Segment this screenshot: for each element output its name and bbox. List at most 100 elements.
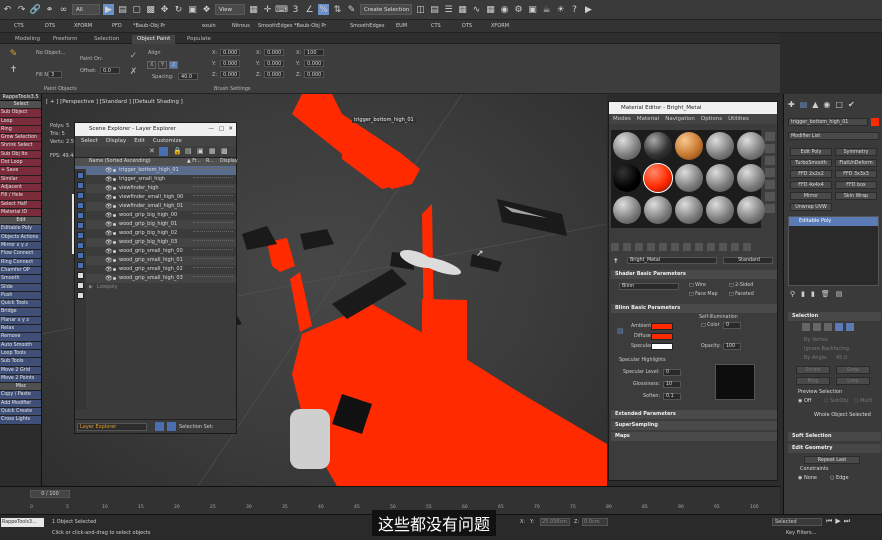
rotate-icon[interactable]: ↻ xyxy=(173,4,184,15)
sample-slot[interactable] xyxy=(706,196,734,224)
paint-objects-panel-label[interactable]: Paint Objects xyxy=(44,86,77,92)
display-lights-icon[interactable] xyxy=(77,202,84,209)
show-map-icon[interactable] xyxy=(707,243,715,251)
motion-tab-icon[interactable]: ◉ xyxy=(823,100,830,109)
sample-slot[interactable] xyxy=(675,164,703,192)
preview-off-radio[interactable]: ◉ Off xyxy=(798,398,811,404)
tool-button[interactable]: Cross Lights xyxy=(0,416,41,425)
glossiness-value[interactable]: 10 xyxy=(663,381,681,388)
close-icon[interactable]: ✕ xyxy=(228,123,233,136)
display-cameras-icon[interactable] xyxy=(77,212,84,219)
tool-button[interactable]: Sub Tools xyxy=(0,358,41,367)
layer-explorer-dropdown[interactable]: Layer Explorer xyxy=(77,423,147,431)
list-item[interactable]: 👁 viewfinder_small_high_00 xyxy=(75,193,236,202)
menu-customize[interactable]: Customize xyxy=(153,136,182,146)
menu-select[interactable]: Select xyxy=(81,136,98,146)
tool-button[interactable]: Slide xyxy=(0,283,41,292)
menu-edit[interactable]: Edit xyxy=(134,136,145,146)
pivot-icon[interactable]: ▦ xyxy=(248,4,259,15)
spacing-field[interactable]: 40.0 xyxy=(178,73,198,80)
lever-part[interactable] xyxy=(290,272,312,332)
menu-navigation[interactable]: Navigation xyxy=(665,114,695,124)
no-object-label[interactable]: No Object... xyxy=(36,50,65,56)
constraint-none-radio[interactable]: ◉ None xyxy=(798,475,817,481)
ffd-3x3x3-button[interactable]: FFD 3x3x3 xyxy=(835,170,877,178)
filter-funnel-icon[interactable] xyxy=(77,292,84,299)
edit-poly-button[interactable]: Edit Poly xyxy=(790,148,832,156)
tool-button[interactable]: Auto Smooth xyxy=(0,341,41,350)
tool-button[interactable]: Chamfer OP xyxy=(0,266,41,276)
shader-type-dropdown[interactable]: Blinn xyxy=(619,283,679,290)
tab-modeling[interactable]: Modeling xyxy=(10,35,45,44)
list-item[interactable]: 👁 wood_grip_big_high_03 xyxy=(75,238,236,247)
tool-button[interactable]: Copy / Paste xyxy=(0,391,41,400)
put-to-scene-icon[interactable] xyxy=(623,243,631,251)
grip-part[interactable] xyxy=(290,409,330,469)
sample-type-icon[interactable] xyxy=(765,132,775,141)
close-filter-icon[interactable]: ✕ xyxy=(149,147,155,155)
tool-button[interactable]: Move 2 Points xyxy=(0,374,41,384)
go-to-parent-icon[interactable] xyxy=(731,243,739,251)
tool-button[interactable]: Bridge xyxy=(0,308,41,317)
checkmark-icon[interactable]: ✓ xyxy=(128,50,139,61)
shelf-button[interactable]: XFORM xyxy=(491,23,509,29)
select-by-name-icon[interactable]: ▤ xyxy=(117,4,128,15)
angle-snap-icon[interactable]: ∠ xyxy=(304,4,315,15)
black-blade-part[interactable] xyxy=(497,199,567,236)
pistol-top-part[interactable] xyxy=(292,94,420,189)
layer-hide-icon[interactable]: ▩ xyxy=(221,147,228,155)
reference-coord-dropdown[interactable]: View xyxy=(215,4,245,15)
opacity-value[interactable]: 100 xyxy=(723,343,741,350)
ffd-box-button[interactable]: FFD box xyxy=(835,181,877,189)
selection-rollout[interactable]: Selection xyxy=(788,312,881,321)
keyboard-shortcut-icon[interactable]: ⌨ xyxy=(275,4,288,15)
material-id-icon[interactable] xyxy=(695,243,703,251)
paint-brush-icon[interactable]: ✎ xyxy=(8,48,19,59)
ffd-2x2x2-button[interactable]: FFD 2x2x2 xyxy=(790,170,832,178)
reset-map-icon[interactable] xyxy=(647,243,655,251)
tool-button[interactable]: Push xyxy=(0,291,41,301)
ignore-backfacing-checkbox[interactable]: Ignore Backfacing xyxy=(804,346,849,352)
cancel-x-icon[interactable]: ✗ xyxy=(128,66,139,77)
stack-item-editable-poly[interactable]: Editable Poly xyxy=(789,217,878,226)
list-item-layer[interactable]: ▶ Lowpoly xyxy=(75,283,236,292)
display-spacewarps-icon[interactable] xyxy=(77,232,84,239)
sample-slot[interactable] xyxy=(613,196,641,224)
object-color-swatch[interactable] xyxy=(871,118,879,126)
sample-slot[interactable] xyxy=(706,164,734,192)
shader-basic-parameters-rollout[interactable]: Shader Basic Parameters xyxy=(611,270,777,279)
tab-object-paint[interactable]: Object Paint xyxy=(132,35,176,44)
repeat-last-button[interactable]: Repeat Last xyxy=(804,456,860,464)
soft-selection-rollout[interactable]: Soft Selection xyxy=(788,432,881,441)
display-none-icon[interactable] xyxy=(77,172,84,179)
viewport-label[interactable]: [ + ] [Perspective ] [Standard ] [Defaul… xyxy=(46,99,183,105)
tool-button[interactable]: Similar xyxy=(0,175,41,184)
rail-part[interactable] xyxy=(422,204,434,339)
layer-manager-icon[interactable]: ☰ xyxy=(443,4,454,15)
create-tab-icon[interactable]: ✚ xyxy=(788,100,795,109)
turbosmooth-button[interactable]: TurboSmooth xyxy=(790,159,832,167)
shelf-button[interactable]: XFORM xyxy=(74,23,92,29)
pos-z-field[interactable]: 0.000 xyxy=(304,71,324,78)
ambient-color-swatch[interactable] xyxy=(651,323,673,330)
background-icon[interactable] xyxy=(765,156,775,165)
tool-button[interactable]: Sub Object xyxy=(0,109,41,118)
tool-button[interactable]: Planar x y z xyxy=(0,316,41,326)
by-angle-checkbox[interactable]: By Angle: xyxy=(804,355,828,361)
tool-button[interactable]: Flow Connect xyxy=(0,250,41,259)
layer-add-icon[interactable]: ▤ xyxy=(185,147,192,155)
sample-slot[interactable] xyxy=(675,132,703,160)
display-tab-icon[interactable]: □ xyxy=(835,100,843,109)
shelf-button[interactable]: PFD xyxy=(112,23,122,29)
render-production-icon[interactable]: ☀ xyxy=(555,4,566,15)
named-selection-dropdown[interactable]: Create Selection Se xyxy=(360,4,412,15)
tab-selection[interactable]: Selection xyxy=(89,35,124,44)
assign-to-selection-icon[interactable] xyxy=(635,243,643,251)
two-sided-checkbox[interactable]: □ 2-Sided xyxy=(729,283,753,288)
render-icon[interactable]: ☕ xyxy=(541,4,552,15)
offset-field[interactable]: 0.0 xyxy=(100,67,120,74)
mirror-button[interactable]: Mirror xyxy=(790,192,832,200)
go-to-end-icon[interactable]: ⏭ xyxy=(844,517,850,526)
shelf-button[interactable]: SmoothEdges xyxy=(350,23,384,29)
self-illum-color-checkbox[interactable]: □ Color xyxy=(701,323,720,328)
